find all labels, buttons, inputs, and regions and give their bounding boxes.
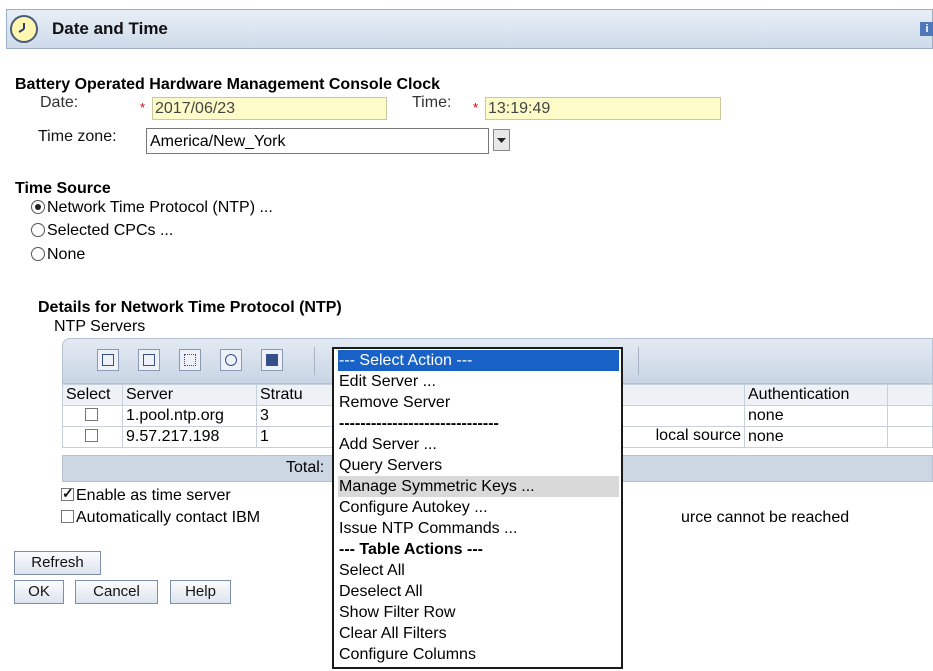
row-select-checkbox[interactable]: [85, 408, 98, 421]
action-separator: ------------------------------: [339, 415, 499, 432]
toolbar-divider: [638, 347, 639, 375]
time-input[interactable]: 13:19:49: [485, 97, 721, 120]
auto-contact-ibm-label: Automatically contact IBM: [76, 509, 261, 526]
auto-contact-ibm-option[interactable]: Automatically contact IBM: [61, 509, 260, 527]
show-filter-row-icon[interactable]: [179, 349, 201, 371]
action-option-add-server[interactable]: Add Server ...: [338, 434, 619, 455]
authentication-cell: none: [744, 405, 888, 427]
timezone-dropdown-button[interactable]: [493, 129, 510, 151]
cpc-radio[interactable]: [31, 223, 45, 237]
time-required-mark: *: [473, 100, 479, 115]
chevron-down-icon: [497, 138, 506, 143]
ntp-radio[interactable]: [31, 200, 45, 214]
refresh-button[interactable]: Refresh: [14, 551, 101, 575]
total-label: Total:: [286, 459, 325, 476]
auto-contact-ibm-label-tail: urce cannot be reached: [681, 509, 850, 526]
date-input[interactable]: 2017/06/23: [152, 97, 387, 120]
ntp-details-heading: Details for Network Time Protocol (NTP): [38, 299, 342, 316]
ntp-servers-label: NTP Servers: [54, 318, 146, 335]
help-button[interactable]: Help: [170, 580, 231, 604]
clear-filters-icon[interactable]: [220, 349, 242, 371]
stratum-cell: 1: [260, 428, 269, 445]
date-required-mark: *: [140, 100, 146, 115]
cancel-button[interactable]: Cancel: [75, 580, 158, 604]
info-icon[interactable]: i: [920, 22, 933, 36]
clock-heading: Battery Operated Hardware Management Con…: [15, 76, 441, 93]
action-option-edit-server[interactable]: Edit Server ...: [338, 371, 619, 392]
date-label: Date:: [40, 94, 79, 111]
deselect-all-icon[interactable]: [138, 349, 160, 371]
enable-time-server-checkbox[interactable]: [61, 485, 74, 502]
action-option-configure-autokey[interactable]: Configure Autokey ...: [338, 497, 619, 518]
select-all-icon[interactable]: [97, 349, 119, 371]
action-option-manage-symmetric-keys[interactable]: Manage Symmetric Keys ...: [338, 476, 619, 497]
column-header-authentication[interactable]: Authentication: [744, 384, 888, 406]
column-header-select[interactable]: Select: [62, 384, 123, 406]
configure-columns-icon[interactable]: [261, 349, 283, 371]
action-option-issue-ntp-commands[interactable]: Issue NTP Commands ...: [338, 518, 619, 539]
clock-icon: [10, 15, 38, 43]
select-action-dropdown[interactable]: --- Select Action --- Edit Server ... Re…: [332, 347, 623, 669]
source-cell: local source: [655, 427, 741, 444]
action-group-table-actions: --- Table Actions ---: [339, 541, 483, 558]
action-option-clear-all-filters[interactable]: Clear All Filters: [338, 623, 619, 644]
time-source-ntp-option[interactable]: Network Time Protocol (NTP) ...: [31, 199, 273, 217]
none-radio-label: None: [47, 246, 86, 263]
time-label: Time:: [412, 94, 452, 111]
ok-button[interactable]: OK: [14, 580, 64, 604]
action-option-configure-columns[interactable]: Configure Columns: [338, 644, 619, 665]
cpc-radio-label: Selected CPCs ...: [47, 222, 174, 239]
page-title: Date and Time: [52, 19, 168, 38]
action-option-select[interactable]: --- Select Action ---: [338, 350, 619, 371]
column-header-server[interactable]: Server: [122, 384, 257, 406]
action-option-select-all[interactable]: Select All: [338, 560, 619, 581]
action-option-query-servers[interactable]: Query Servers: [338, 455, 619, 476]
server-cell: 1.pool.ntp.org: [122, 405, 257, 427]
column-header-filler: [887, 384, 933, 406]
ntp-radio-label: Network Time Protocol (NTP) ...: [47, 199, 273, 216]
action-option-remove-server[interactable]: Remove Server: [338, 392, 619, 413]
timezone-label: Time zone:: [38, 128, 117, 145]
time-source-cpc-option[interactable]: Selected CPCs ...: [31, 222, 173, 240]
enable-time-server-option[interactable]: Enable as time server: [61, 485, 231, 505]
timezone-select[interactable]: America/New_York: [146, 128, 489, 154]
action-option-show-filter-row[interactable]: Show Filter Row: [338, 602, 619, 623]
none-radio[interactable]: [31, 247, 45, 261]
action-option-deselect-all[interactable]: Deselect All: [338, 581, 619, 602]
time-source-none-option[interactable]: None: [31, 246, 85, 264]
enable-time-server-label: Enable as time server: [76, 487, 231, 504]
toolbar-divider: [314, 347, 315, 375]
authentication-cell: none: [744, 426, 888, 448]
server-cell: 9.57.217.198: [122, 426, 257, 448]
row-select-checkbox[interactable]: [85, 429, 98, 442]
auto-contact-ibm-checkbox[interactable]: [61, 510, 74, 523]
time-source-heading: Time Source: [15, 180, 111, 197]
